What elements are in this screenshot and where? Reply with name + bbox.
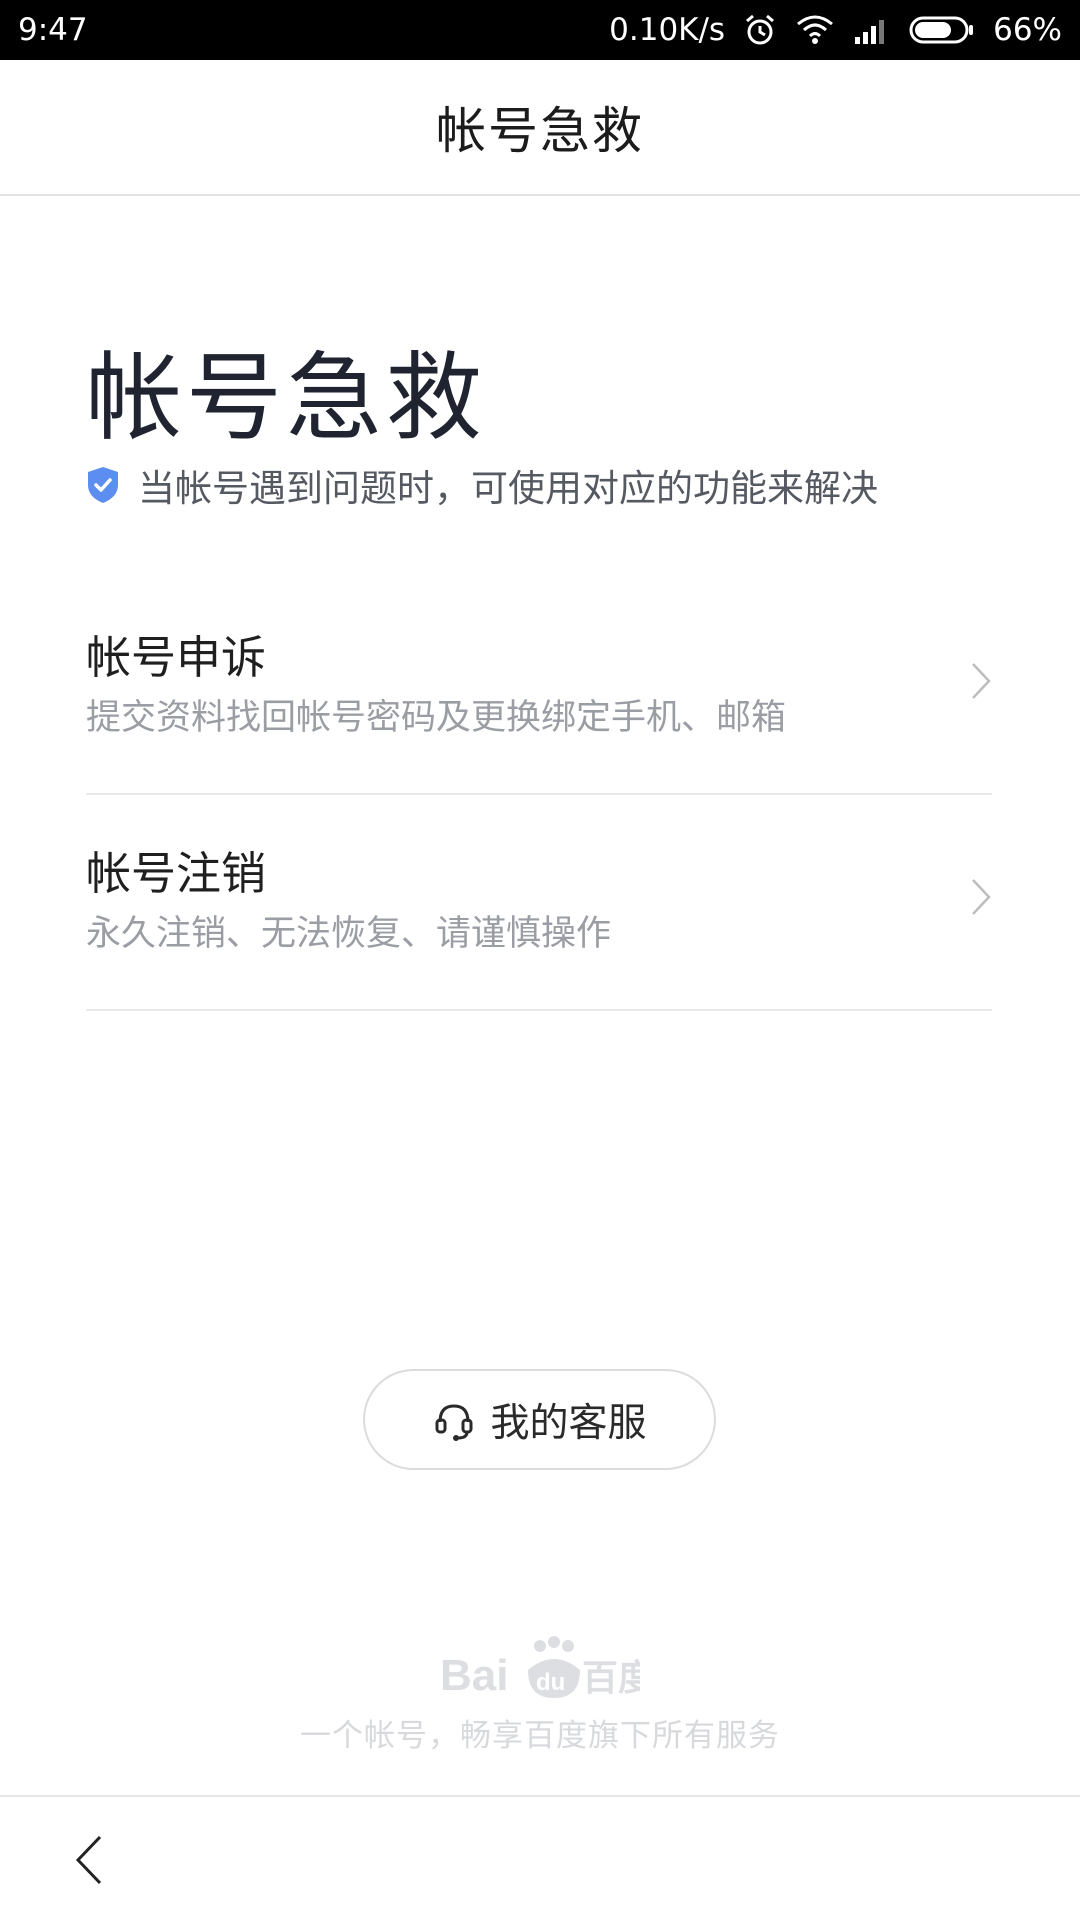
battery-percent: 66% bbox=[993, 12, 1062, 48]
menu-item-desc: 永久注销、无法恢复、请谨慎操作 bbox=[86, 914, 612, 954]
alarm-icon bbox=[746, 14, 775, 45]
svg-text:百度: 百度 bbox=[582, 1658, 640, 1699]
hero-subtitle: 当帐号遇到问题时，可使用对应的功能来解决 bbox=[86, 458, 878, 512]
wifi-icon bbox=[797, 15, 834, 44]
footer-slogan: 一个帐号，畅享百度旗下所有服务 bbox=[300, 1718, 780, 1754]
menu-item-account-appeal[interactable]: 帐号申诉 提交资料找回帐号密码及更换绑定手机、邮箱 bbox=[86, 581, 992, 795]
back-button[interactable] bbox=[64, 1825, 124, 1895]
my-service-button[interactable]: 我的客服 bbox=[363, 1369, 716, 1470]
status-icons: 0.10K/s 66% bbox=[609, 12, 1062, 48]
signal-icon bbox=[855, 20, 885, 44]
hero-subtitle-text: 当帐号遇到问题时，可使用对应的功能来解决 bbox=[138, 467, 878, 510]
shield-check-icon bbox=[88, 467, 118, 503]
svg-text:Bai: Bai bbox=[440, 1651, 508, 1700]
chevron-right-icon bbox=[972, 879, 991, 915]
hero-title: 帐号急救 bbox=[86, 342, 486, 454]
headset-icon bbox=[435, 1403, 473, 1441]
chevron-right-icon bbox=[972, 663, 991, 699]
menu-item-desc: 提交资料找回帐号密码及更换绑定手机、邮箱 bbox=[86, 698, 787, 738]
baidu-logo-graphic: Bai du 百度 bbox=[440, 1636, 640, 1700]
menu-item-title: 帐号申诉 bbox=[86, 631, 267, 684]
menu-item-title: 帐号注销 bbox=[86, 847, 267, 900]
status-bar: 9:47 0.10K/s 66% bbox=[0, 0, 1080, 60]
status-time: 9:47 bbox=[18, 12, 88, 48]
svg-text:du: du bbox=[536, 1669, 565, 1696]
menu-item-account-cancel[interactable]: 帐号注销 永久注销、无法恢复、请谨慎操作 bbox=[86, 797, 992, 1011]
net-speed: 0.10K/s bbox=[609, 12, 726, 48]
baidu-logo: Bai du 百度 bbox=[0, 1634, 1080, 1704]
bottom-bar bbox=[0, 1795, 1080, 1920]
nav-bar: 帐号急救 bbox=[0, 60, 1080, 196]
back-arrow-icon bbox=[75, 1835, 102, 1885]
my-service-label: 我的客服 bbox=[490, 1400, 647, 1446]
battery-icon bbox=[909, 16, 974, 44]
page-title: 帐号急救 bbox=[436, 102, 644, 160]
